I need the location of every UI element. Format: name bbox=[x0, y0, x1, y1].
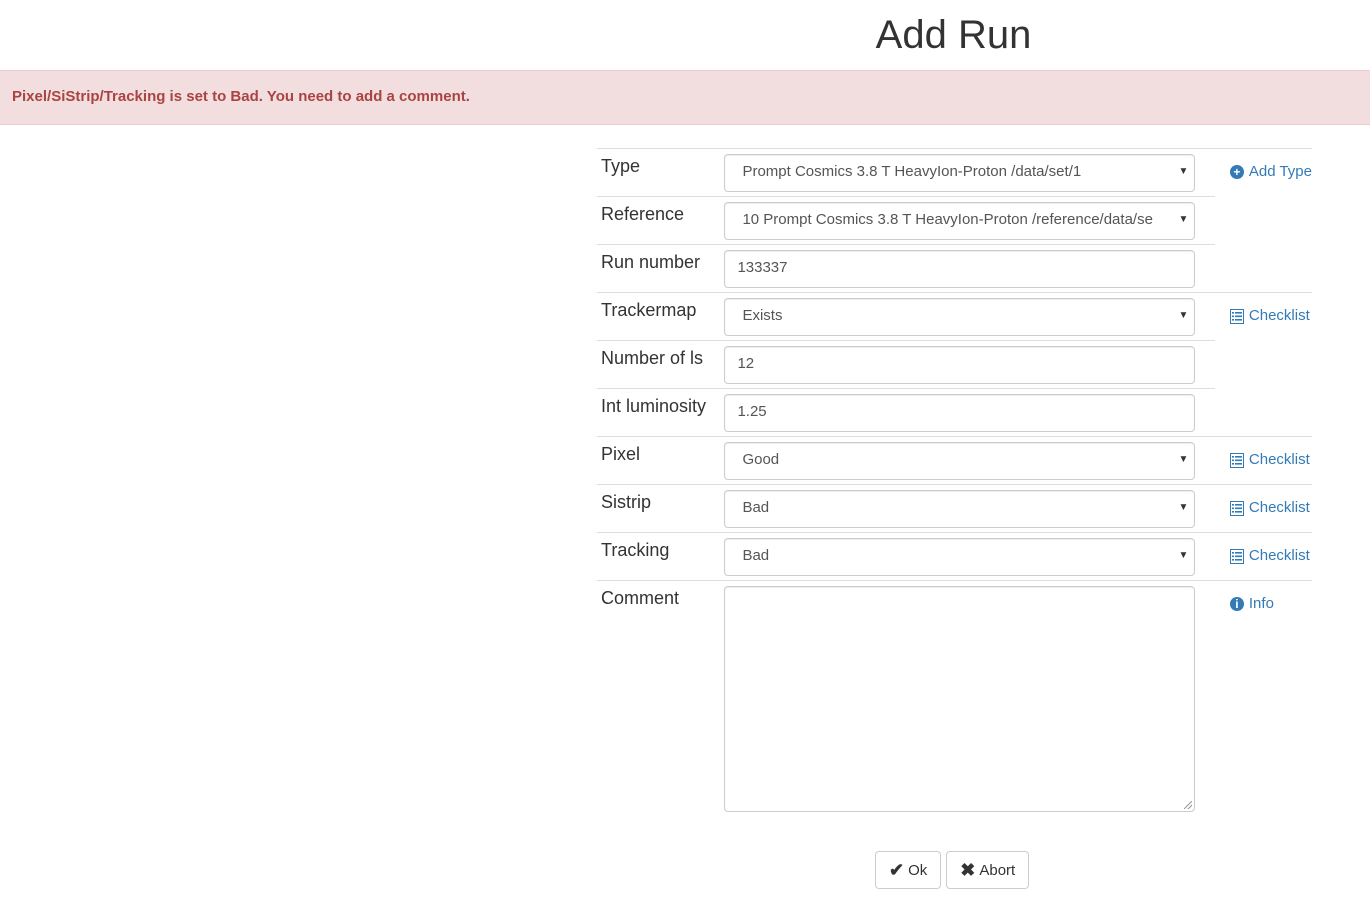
add-type-label: Add Type bbox=[1248, 163, 1312, 180]
reference-label: Reference bbox=[597, 196, 715, 245]
run-number-label: Run number bbox=[597, 244, 715, 293]
row-run-number: Run number 133337 bbox=[597, 244, 1312, 293]
run-number-input[interactable]: 133337 bbox=[724, 250, 1196, 288]
add-type-link[interactable]: + Add Type bbox=[1229, 161, 1312, 183]
abort-label: Abort bbox=[979, 861, 1016, 879]
run-number-value: 133337 bbox=[737, 259, 788, 276]
sistrip-value: Bad bbox=[742, 499, 770, 516]
checklist-label: Checklist bbox=[1248, 451, 1310, 468]
caret-down-icon: ▼ bbox=[1178, 454, 1189, 465]
number-of-ls-label: Number of ls bbox=[597, 340, 715, 389]
add-run-form: Type Prompt Cosmics 3.8 T HeavyIon-Proto… bbox=[597, 148, 1312, 816]
list-icon bbox=[1229, 548, 1244, 564]
pixel-checklist-link[interactable]: Checklist bbox=[1229, 449, 1310, 471]
ok-label: Ok bbox=[908, 861, 928, 879]
tracking-select[interactable]: Bad ▼ bbox=[724, 538, 1196, 576]
alert-message: Pixel/SiStrip/Tracking is set to Bad. Yo… bbox=[12, 88, 470, 105]
list-icon bbox=[1229, 308, 1244, 324]
sistrip-label: Sistrip bbox=[597, 484, 715, 533]
reference-value: 10 Prompt Cosmics 3.8 T HeavyIon-Proton … bbox=[742, 211, 1153, 228]
page-title: Add Run bbox=[875, 13, 1032, 57]
plus-circle-icon: + bbox=[1229, 165, 1244, 179]
row-reference: Reference 10 Prompt Cosmics 3.8 T HeavyI… bbox=[597, 196, 1312, 245]
ok-button[interactable]: ✔ Ok bbox=[875, 851, 942, 889]
row-comment: Comment i Info bbox=[597, 580, 1312, 816]
row-trackermap: Trackermap Exists ▼ Checklist bbox=[597, 292, 1312, 341]
comment-label: Comment bbox=[597, 580, 715, 816]
comment-info-link[interactable]: i Info bbox=[1229, 593, 1274, 615]
caret-down-icon: ▼ bbox=[1178, 502, 1189, 513]
type-label: Type bbox=[597, 148, 715, 197]
abort-button[interactable]: ✖ Abort bbox=[946, 851, 1030, 889]
int-luminosity-input[interactable]: 1.25 bbox=[724, 394, 1196, 432]
checklist-label: Checklist bbox=[1248, 307, 1310, 324]
row-pixel: Pixel Good ▼ Checklist bbox=[597, 436, 1312, 485]
int-luminosity-label: Int luminosity bbox=[597, 388, 715, 437]
row-sistrip: Sistrip Bad ▼ Checklist bbox=[597, 484, 1312, 533]
pixel-label: Pixel bbox=[597, 436, 715, 485]
tracking-checklist-link[interactable]: Checklist bbox=[1229, 545, 1310, 567]
caret-down-icon: ▼ bbox=[1178, 214, 1189, 225]
list-icon bbox=[1229, 452, 1244, 468]
row-type: Type Prompt Cosmics 3.8 T HeavyIon-Proto… bbox=[597, 148, 1312, 197]
number-of-ls-input[interactable]: 12 bbox=[724, 346, 1196, 384]
reference-select[interactable]: 10 Prompt Cosmics 3.8 T HeavyIon-Proton … bbox=[724, 202, 1196, 240]
type-select[interactable]: Prompt Cosmics 3.8 T HeavyIon-Proton /da… bbox=[724, 154, 1196, 192]
resize-grip-icon[interactable] bbox=[1184, 801, 1193, 809]
trackermap-value: Exists bbox=[742, 307, 783, 324]
info-label: Info bbox=[1248, 595, 1274, 612]
error-alert: Pixel/SiStrip/Tracking is set to Bad. Yo… bbox=[0, 70, 1370, 125]
trackermap-label: Trackermap bbox=[597, 292, 715, 341]
trackermap-select[interactable]: Exists ▼ bbox=[724, 298, 1196, 336]
info-circle-icon: i bbox=[1229, 597, 1244, 611]
caret-down-icon: ▼ bbox=[1178, 310, 1189, 321]
number-of-ls-value: 12 bbox=[737, 355, 755, 372]
checkmark-icon: ✔ bbox=[889, 860, 905, 880]
row-int-luminosity: Int luminosity 1.25 bbox=[597, 388, 1312, 437]
tracking-label: Tracking bbox=[597, 532, 715, 581]
int-luminosity-value: 1.25 bbox=[737, 403, 767, 420]
pixel-value: Good bbox=[742, 451, 780, 468]
pixel-select[interactable]: Good ▼ bbox=[724, 442, 1196, 480]
trackermap-checklist-link[interactable]: Checklist bbox=[1229, 305, 1310, 327]
tracking-value: Bad bbox=[742, 547, 770, 564]
form-buttons: ✔ Ok ✖ Abort bbox=[875, 851, 1030, 889]
caret-down-icon: ▼ bbox=[1178, 166, 1189, 177]
row-number-of-ls: Number of ls 12 bbox=[597, 340, 1312, 389]
sistrip-checklist-link[interactable]: Checklist bbox=[1229, 497, 1310, 519]
list-icon bbox=[1229, 500, 1244, 516]
row-tracking: Tracking Bad ▼ Checklist bbox=[597, 532, 1312, 581]
sistrip-select[interactable]: Bad ▼ bbox=[724, 490, 1196, 528]
comment-textarea[interactable] bbox=[724, 586, 1196, 812]
type-value: Prompt Cosmics 3.8 T HeavyIon-Proton /da… bbox=[742, 163, 1082, 180]
checklist-label: Checklist bbox=[1248, 547, 1310, 564]
checklist-label: Checklist bbox=[1248, 499, 1310, 516]
caret-down-icon: ▼ bbox=[1178, 550, 1189, 561]
x-icon: ✖ bbox=[960, 860, 976, 880]
